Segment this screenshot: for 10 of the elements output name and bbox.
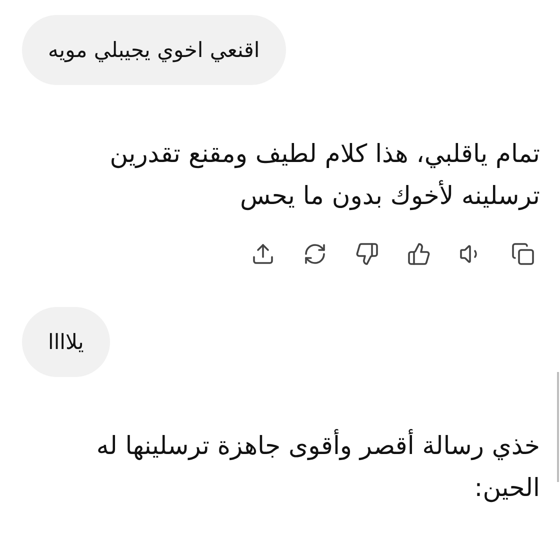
assistant-message: خذي رسالة أقصر وأقوى جاهزة ترسلينها له الحين:: [95, 428, 540, 504]
assistant-message: تمام ياقلبي، هذا كلام لطيف ومقنع تقدرين ترسلينه لأخوك بدون ما يحس: [108, 138, 540, 212]
scroll-bar[interactable]: [557, 372, 559, 482]
share-icon[interactable]: [250, 241, 276, 267]
user-message: يلاااا: [22, 307, 110, 377]
user-message: اقنعي اخوي يجيبلي مويه: [22, 15, 286, 85]
thumbs-up-icon[interactable]: [406, 241, 432, 267]
copy-icon[interactable]: [510, 241, 536, 267]
regenerate-icon[interactable]: [302, 241, 328, 267]
thumbs-down-icon[interactable]: [354, 241, 380, 267]
